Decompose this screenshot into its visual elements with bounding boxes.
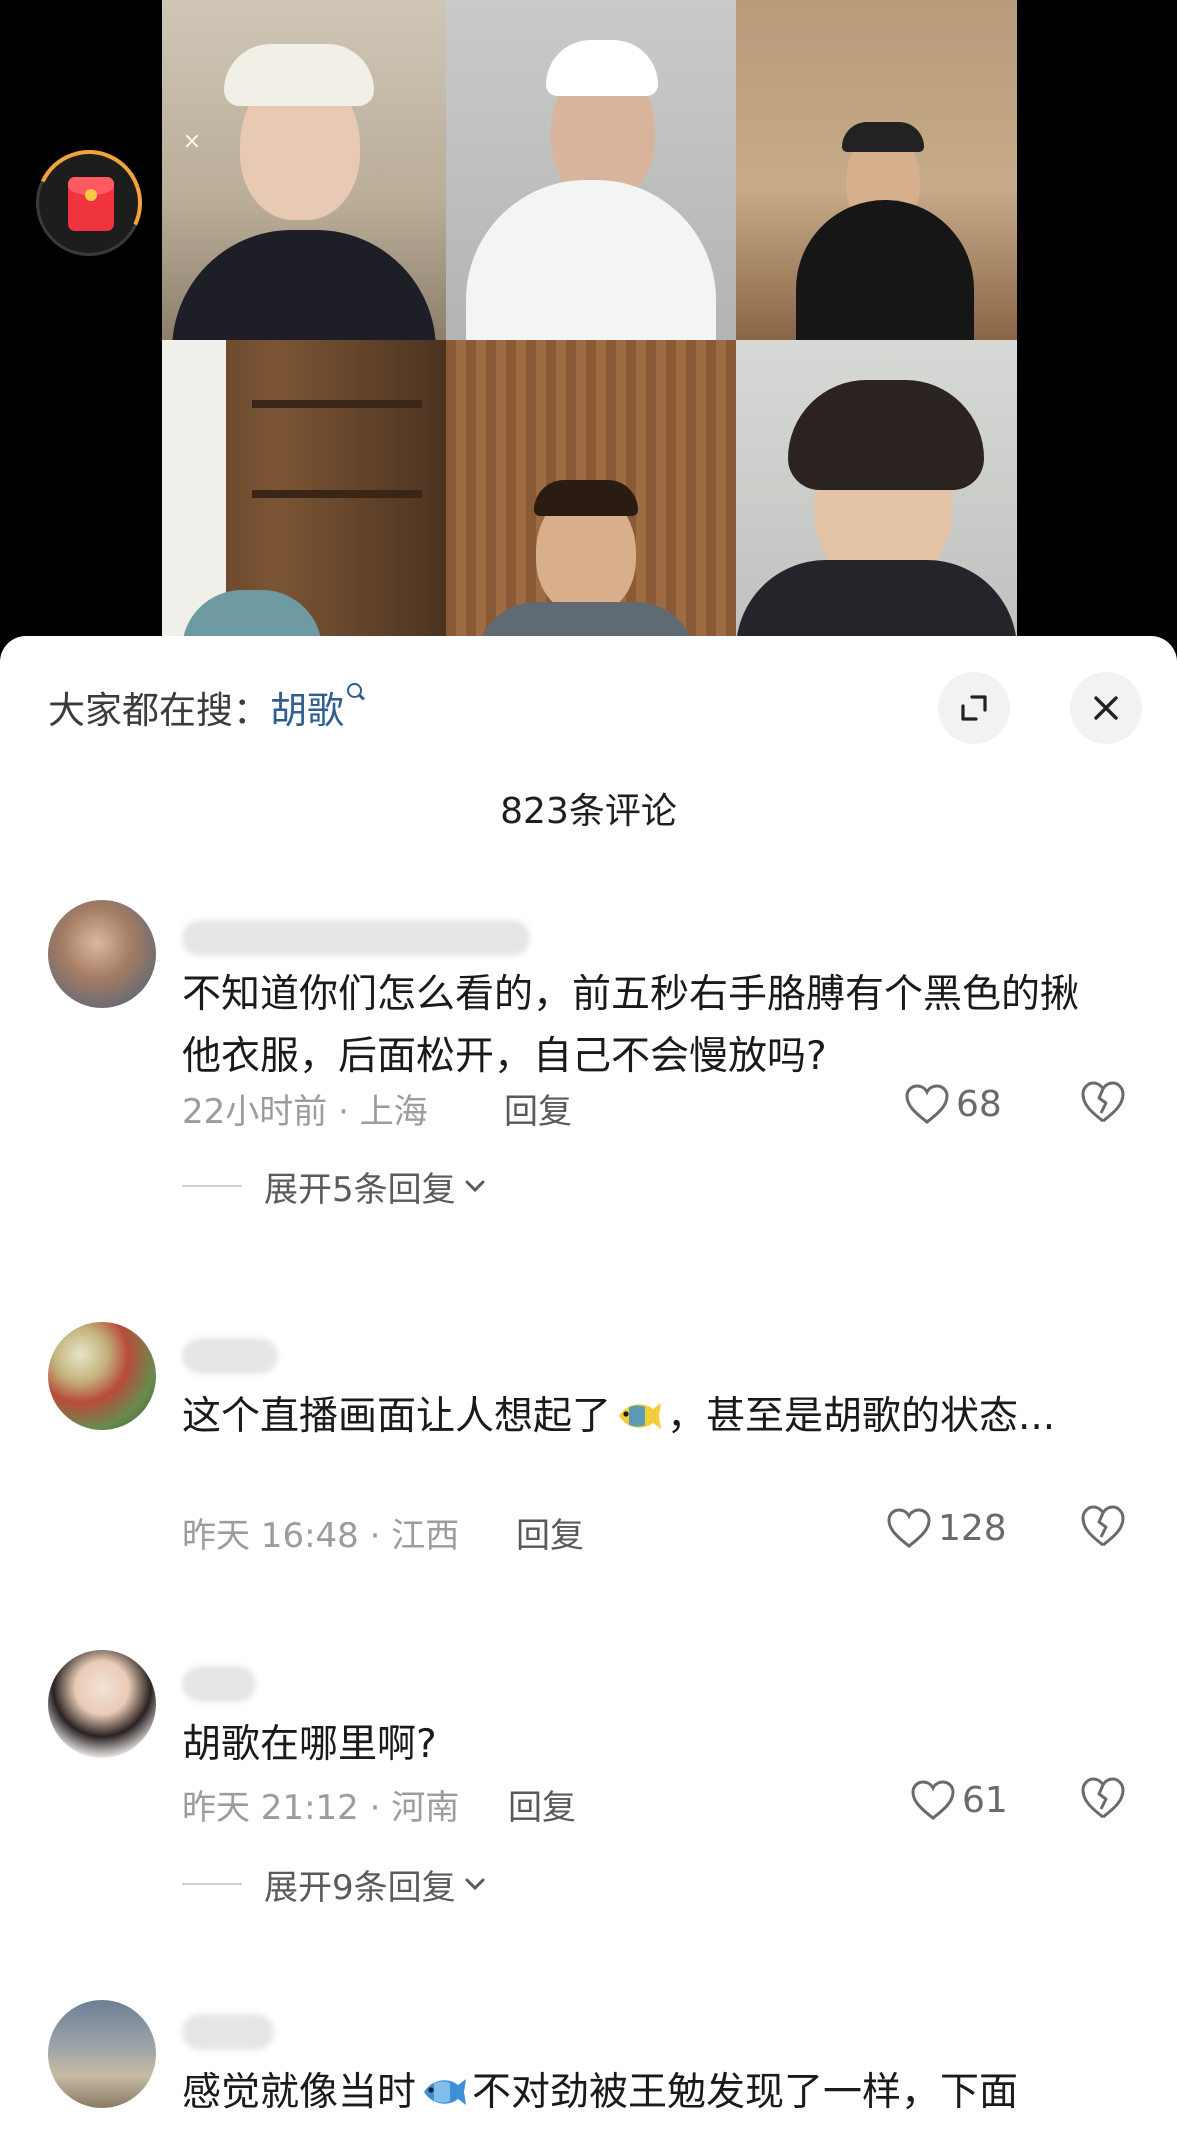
like-button[interactable]: 61 xyxy=(910,1776,1008,1824)
close-icon xyxy=(1094,696,1118,720)
close-icon[interactable]: × xyxy=(180,130,204,154)
fullscreen-button[interactable] xyxy=(938,672,1010,744)
dislike-button[interactable] xyxy=(1080,1080,1126,1126)
expand-replies-label: 展开9条回复 xyxy=(264,1867,456,1908)
trending-prefix: 大家都在搜： xyxy=(48,689,270,732)
divider-line xyxy=(182,1883,242,1885)
username-blurred[interactable] xyxy=(182,2014,274,2050)
dislike-button[interactable] xyxy=(1080,1504,1126,1550)
expand-replies-label: 展开5条回复 xyxy=(264,1169,456,1210)
comment-text-part: 不对劲被王勉发现了一样，下面 xyxy=(472,2070,1019,2115)
video-tile-4[interactable] xyxy=(162,340,446,636)
comment-sheet: 大家都在搜：胡歌 823条评论 不知道你们怎么看的，前五秒右手胳膊有个黑色的揪他… xyxy=(0,636,1177,2146)
broken-heart-icon xyxy=(1081,1777,1125,1819)
comment-item: 胡歌在哪里啊? 昨天 21:12 · 河南 回复 61 展开9条回复 xyxy=(0,1650,1177,1990)
avatar[interactable] xyxy=(48,900,156,1008)
video-grid xyxy=(162,0,1017,636)
avatar[interactable] xyxy=(48,2000,156,2108)
comment-meta: 昨天 16:48 · 江西 xyxy=(182,1516,460,1556)
search-icon xyxy=(346,682,364,700)
comment-text: 这个直播画面让人想起了 ，甚至是胡歌的状态... xyxy=(182,1386,1112,1448)
screen: × 大家都在搜：胡歌 823条评论 不知道你们怎么看的，前五秒右手胳膊有个黑色的… xyxy=(0,0,1177,2146)
like-count: 68 xyxy=(956,1083,1002,1125)
red-envelope-button[interactable] xyxy=(21,135,157,271)
live-video-area[interactable]: × xyxy=(0,0,1177,660)
comment-item: 感觉就像当时 不对劲被王勉发现了一样，下面 xyxy=(0,2000,1177,2146)
fish-emoji-icon xyxy=(619,1403,662,1429)
username-blurred[interactable] xyxy=(182,1666,256,1702)
video-tile-6[interactable] xyxy=(736,340,1017,636)
comment-text: 不知道你们怎么看的，前五秒右手胳膊有个黑色的揪他衣服，后面松开，自己不会慢放吗? xyxy=(182,972,1080,1079)
comment-text-part: 这个直播画面让人想起了 xyxy=(182,1394,612,1439)
heart-icon xyxy=(911,1780,955,1820)
trending-search[interactable]: 大家都在搜：胡歌 xyxy=(48,680,364,734)
reply-button[interactable]: 回复 xyxy=(504,1084,572,1133)
video-tile-5[interactable] xyxy=(446,340,736,636)
red-envelope-icon xyxy=(68,177,114,231)
video-tile-1[interactable] xyxy=(162,0,446,340)
comment-item: 这个直播画面让人想起了 ，甚至是胡歌的状态... 昨天 16:48 · 江西 回… xyxy=(0,1322,1177,1682)
dislike-button[interactable] xyxy=(1080,1776,1126,1822)
reply-button[interactable]: 回复 xyxy=(516,1508,584,1557)
comment-meta: 昨天 21:12 · 河南 xyxy=(182,1788,460,1828)
username-blurred[interactable] xyxy=(182,920,530,956)
comment-text: 胡歌在哪里啊? xyxy=(182,1722,437,1767)
comment-text-part: ，甚至是胡歌的状态... xyxy=(667,1394,1056,1439)
like-count: 61 xyxy=(962,1779,1008,1821)
chevron-down-icon xyxy=(465,1878,485,1891)
comment-count: 823条评论 xyxy=(500,791,677,832)
comment-item: 不知道你们怎么看的，前五秒右手胳膊有个黑色的揪他衣服，后面松开，自己不会慢放吗?… xyxy=(0,900,1177,1320)
comment-meta: 22小时前 · 上海 xyxy=(182,1092,428,1132)
expand-icon xyxy=(961,695,987,721)
close-sheet-button[interactable] xyxy=(1070,672,1142,744)
avatar[interactable] xyxy=(48,1650,156,1758)
like-button[interactable]: 128 xyxy=(886,1504,1007,1552)
expand-replies[interactable]: 展开5条回复 xyxy=(182,1164,486,1210)
expand-replies[interactable]: 展开9条回复 xyxy=(182,1862,486,1908)
heart-icon xyxy=(887,1508,931,1548)
like-button[interactable]: 68 xyxy=(904,1080,1002,1128)
video-tile-3[interactable] xyxy=(736,0,1017,340)
comment-text-part: 感觉就像当时 xyxy=(182,2070,417,2115)
username-blurred[interactable] xyxy=(182,1338,278,1374)
like-count: 128 xyxy=(938,1507,1007,1549)
fish-emoji-icon xyxy=(424,2079,467,2105)
heart-icon xyxy=(905,1084,949,1124)
video-tile-2[interactable] xyxy=(446,0,736,340)
avatar[interactable] xyxy=(48,1322,156,1430)
broken-heart-icon xyxy=(1081,1505,1125,1547)
divider-line xyxy=(182,1185,242,1187)
broken-heart-icon xyxy=(1081,1081,1125,1123)
reply-button[interactable]: 回复 xyxy=(508,1780,576,1829)
trending-keyword[interactable]: 胡歌 xyxy=(270,689,344,732)
chevron-down-icon xyxy=(465,1180,485,1193)
comment-text: 感觉就像当时 不对劲被王勉发现了一样，下面 xyxy=(182,2062,1112,2124)
